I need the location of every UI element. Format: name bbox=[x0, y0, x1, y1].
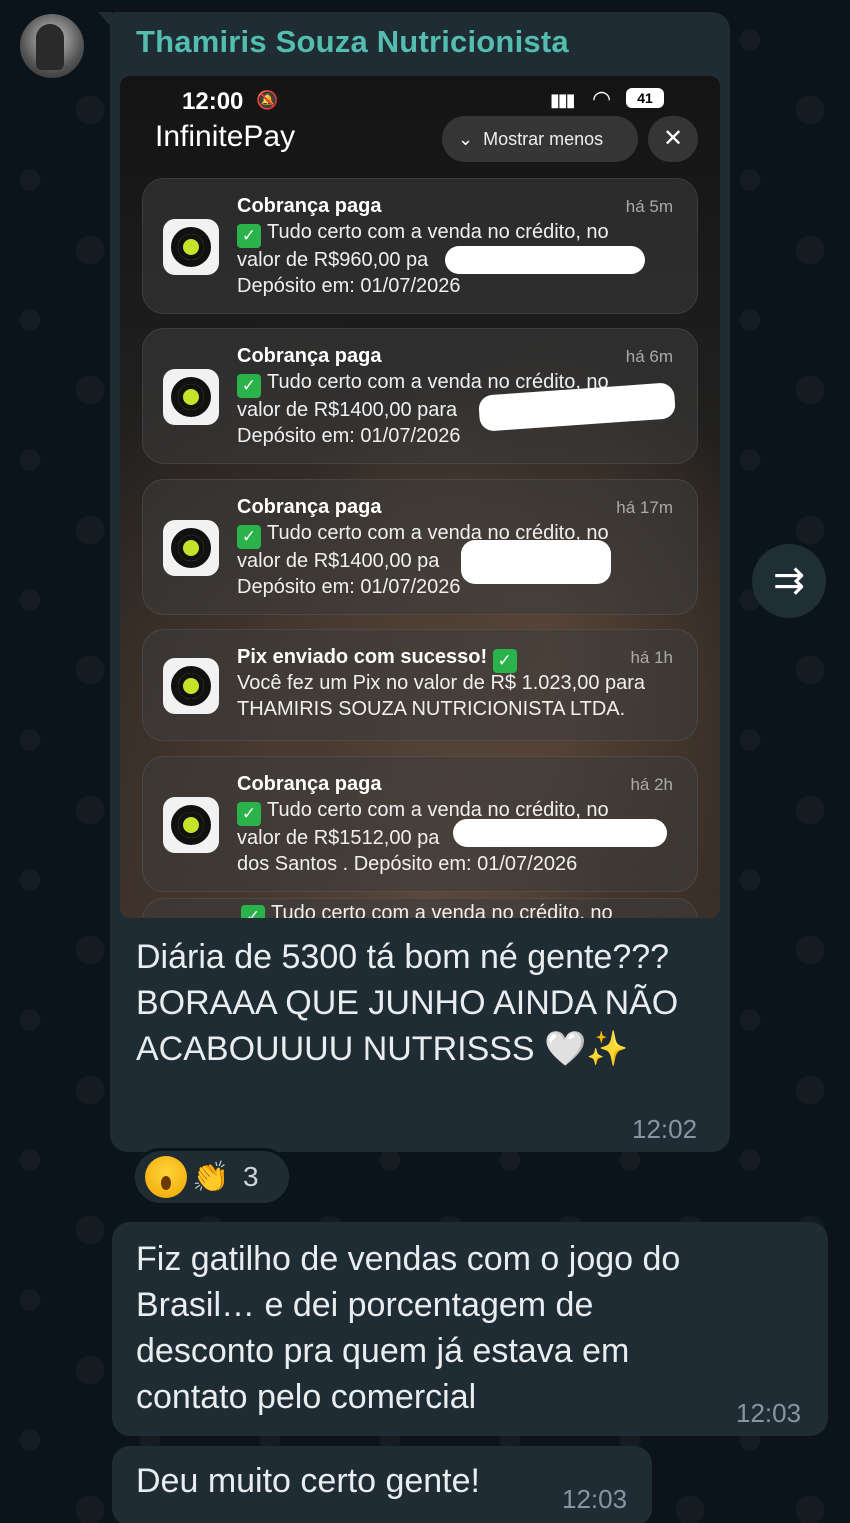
notification-line: Depósito em: 01/07/2026 bbox=[237, 575, 461, 598]
reaction-count: 3 bbox=[243, 1161, 259, 1192]
battery-icon: 41 bbox=[626, 88, 664, 108]
infinitepay-app-icon bbox=[163, 658, 219, 714]
show-less-button: ⌄ Mostrar menos bbox=[442, 116, 638, 162]
notification-app-name: InfinitePay bbox=[155, 120, 296, 153]
infinitepay-app-icon bbox=[163, 797, 219, 853]
notification-line: Você fez um Pix no valor de R$ 1.023,00 … bbox=[237, 672, 646, 694]
message-text: Diária de 5300 tá bom né gente??? BORAAA… bbox=[136, 938, 679, 1068]
redaction-mark bbox=[445, 246, 645, 274]
notification-title: Cobrança paga bbox=[237, 773, 382, 795]
clapping-hands-icon: 👏 bbox=[192, 1160, 230, 1194]
notification-card: Cobrança paga há 17m ✓ Tudo certo com a v… bbox=[142, 479, 698, 615]
notification-card: Cobrança paga há 2h ✓ Tudo certo com a ve… bbox=[142, 756, 698, 892]
signal-icon: ▮▮▮ bbox=[550, 90, 576, 110]
notification-title: Cobrança paga bbox=[237, 195, 382, 217]
sender-avatar[interactable] bbox=[20, 14, 84, 78]
notification-title: Pix enviado com sucesso! ✓ bbox=[237, 646, 523, 673]
notification-title: Cobrança paga bbox=[237, 496, 382, 518]
notification-body: ✓ Tudo certo com a venda no crédito, no bbox=[241, 901, 681, 918]
notification-line: Tudo certo com a venda no crédito, no bbox=[267, 799, 609, 821]
notification-card: Cobrança paga há 5m ✓ Tudo certo com a ve… bbox=[142, 178, 698, 314]
sender-name[interactable]: Thamiris Souza Nutricionista bbox=[136, 24, 569, 60]
message-time: 12:02 bbox=[632, 1114, 698, 1144]
status-time: 12:00 bbox=[182, 88, 244, 115]
notification-card-partial: ✓ Tudo certo com a venda no crédito, no bbox=[142, 898, 698, 918]
bell-muted-icon: 🔕 bbox=[256, 90, 279, 110]
redaction-mark bbox=[453, 819, 667, 847]
surprised-face-icon bbox=[145, 1156, 187, 1198]
notification-line: Tudo certo com a venda no crédito, no bbox=[267, 221, 609, 243]
check-icon: ✓ bbox=[237, 525, 261, 549]
redaction-mark bbox=[461, 540, 611, 584]
notification-time: há 5m bbox=[625, 197, 673, 216]
message-reactions[interactable]: 👏 3 bbox=[132, 1148, 292, 1206]
check-icon: ✓ bbox=[237, 374, 261, 398]
check-icon: ✓ bbox=[237, 802, 261, 826]
notification-time: há 17m bbox=[616, 498, 673, 517]
forward-icon[interactable]: ⇉ bbox=[752, 544, 826, 618]
show-less-label: Mostrar menos bbox=[483, 128, 604, 149]
infinitepay-app-icon bbox=[163, 219, 219, 275]
shared-screenshot[interactable]: 12:00 🔕 ▮▮▮ ◠ 41 InfinitePay ⌄ Mostrar m… bbox=[120, 76, 720, 918]
notification-title-text: Pix enviado com sucesso! bbox=[237, 646, 488, 668]
notification-line: Depósito em: 01/07/2026 bbox=[237, 424, 461, 447]
notification-line: Depósito em: 01/07/2026 bbox=[237, 274, 461, 297]
wifi-icon: ◠ bbox=[592, 86, 612, 111]
notification-line: dos Santos . Depósito em: 01/07/2026 bbox=[237, 852, 578, 875]
notification-time: há 1h bbox=[630, 648, 673, 667]
check-icon: ✓ bbox=[237, 224, 261, 248]
notification-title: Cobrança paga bbox=[237, 345, 382, 367]
notification-body: ✓ Tudo certo com a venda no crédito, no v… bbox=[237, 521, 677, 600]
infinitepay-app-icon bbox=[163, 369, 219, 425]
notification-time: há 2h bbox=[630, 775, 673, 794]
notification-body: Você fez um Pix no valor de R$ 1.023,00 … bbox=[237, 671, 687, 722]
notification-line: valor de R$1400,00 pa bbox=[237, 550, 440, 572]
notification-card: Cobrança paga há 6m ✓ Tudo certo com a ve… bbox=[142, 328, 698, 464]
notification-line: THAMIRIS SOUZA NUTRICIONISTA LTDA. bbox=[237, 697, 626, 720]
close-icon: ✕ bbox=[648, 116, 698, 162]
check-icon: ✓ bbox=[492, 649, 517, 673]
message-time: 12:03 bbox=[562, 1484, 628, 1514]
message-text: Deu muito certo gente! bbox=[136, 1462, 480, 1500]
infinitepay-app-icon bbox=[163, 520, 219, 576]
check-icon: ✓ bbox=[241, 905, 265, 918]
notification-time: há 6m bbox=[625, 347, 673, 366]
message-time: 12:03 bbox=[736, 1398, 802, 1428]
notification-line: Tudo certo com a venda no crédito, no bbox=[271, 902, 613, 918]
message-text: Fiz gatilho de vendas com o jogo do Bras… bbox=[136, 1240, 681, 1416]
chevron-down-icon: ⌄ bbox=[458, 128, 474, 149]
notification-card: Pix enviado com sucesso! ✓ há 1h Você fe… bbox=[142, 629, 698, 741]
